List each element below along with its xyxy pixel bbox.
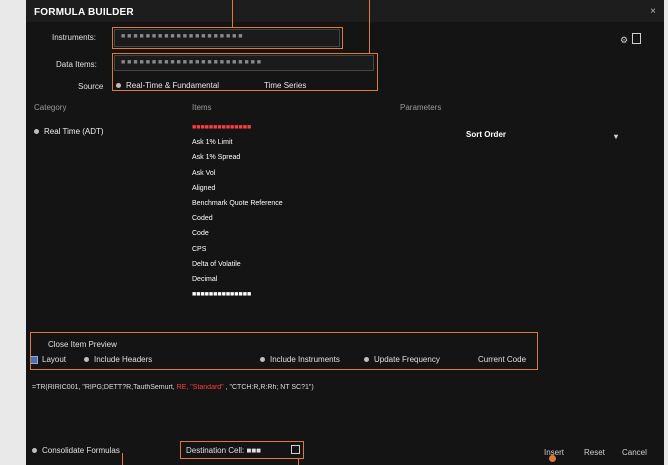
reset-button[interactable]: Reset bbox=[584, 448, 605, 457]
destination-label: Destination Cell: bbox=[186, 446, 245, 455]
category-header: Category bbox=[34, 103, 67, 112]
callout-line bbox=[298, 459, 299, 465]
function-item-selected[interactable]: ■■■■■■■■■■■■■■ bbox=[192, 120, 382, 135]
function-item[interactable]: Code bbox=[192, 226, 382, 241]
title-bar: FORMULA BUILDER × bbox=[26, 0, 664, 22]
bullet-icon bbox=[34, 129, 39, 135]
formula-builder-dialog: FORMULA BUILDER × Instruments: ■ ■ ■ ■ ■… bbox=[26, 0, 664, 465]
close-icon[interactable]: × bbox=[650, 6, 656, 17]
function-item[interactable]: Aligned bbox=[192, 181, 382, 196]
function-item[interactable]: Coded bbox=[192, 211, 382, 226]
function-item[interactable]: Benchmark Quote Reference bbox=[192, 196, 382, 211]
function-list[interactable]: ■■■■■■■■■■■■■■ Ask 1% Limit Ask 1% Sprea… bbox=[192, 120, 382, 332]
destination-cell-field[interactable]: Destination Cell: ■■■ bbox=[180, 441, 304, 459]
function-item[interactable]: Decimal bbox=[192, 272, 382, 287]
instruments-callout bbox=[112, 27, 343, 49]
items-header: Items bbox=[192, 103, 212, 112]
cell-picker-icon[interactable] bbox=[291, 445, 300, 454]
data-items-callout bbox=[112, 53, 378, 91]
parameters-header: Parameters bbox=[400, 103, 442, 112]
preview-callout bbox=[30, 332, 538, 370]
chevron-down-icon: ▾ bbox=[613, 132, 618, 141]
function-item[interactable]: CPS bbox=[192, 242, 382, 257]
callout-line bbox=[232, 0, 233, 27]
cancel-button[interactable]: Cancel bbox=[622, 448, 647, 457]
destination-value: ■■■ bbox=[246, 446, 261, 455]
insert-marker bbox=[549, 455, 556, 462]
data-items-label: Data Items: bbox=[56, 60, 97, 69]
function-item[interactable]: Delta of Volatile bbox=[192, 257, 382, 272]
callout-line bbox=[122, 453, 123, 465]
consolidate-formulas-option[interactable]: Consolidate Formulas bbox=[32, 446, 120, 455]
function-item[interactable]: ■■■■■■■■■■■■■■ bbox=[192, 287, 382, 302]
radio-dot-icon bbox=[32, 448, 37, 454]
callout-line bbox=[369, 0, 370, 53]
source-label: Source bbox=[78, 82, 104, 91]
category-item[interactable]: Real Time (ADT) bbox=[34, 127, 104, 136]
formula-text: =TR(RIRIC001, "RIPG;DETT?R,TauthSemurt, … bbox=[32, 384, 314, 391]
instruments-label: Instruments: bbox=[52, 33, 97, 42]
settings-icon[interactable]: ⚙ bbox=[620, 35, 628, 46]
formula-highlight: RE, "Standard" bbox=[176, 384, 224, 391]
function-item[interactable]: Ask 1% Spread bbox=[192, 150, 382, 165]
function-item[interactable]: Ask 1% Limit bbox=[192, 135, 382, 150]
sort-order-dropdown[interactable]: Sort Order ▾ bbox=[466, 130, 618, 141]
copy-icon[interactable] bbox=[632, 33, 641, 44]
dialog-title: FORMULA BUILDER bbox=[34, 7, 134, 18]
function-item[interactable]: Ask Vol bbox=[192, 166, 382, 181]
sort-order-label: Sort Order bbox=[466, 130, 507, 139]
